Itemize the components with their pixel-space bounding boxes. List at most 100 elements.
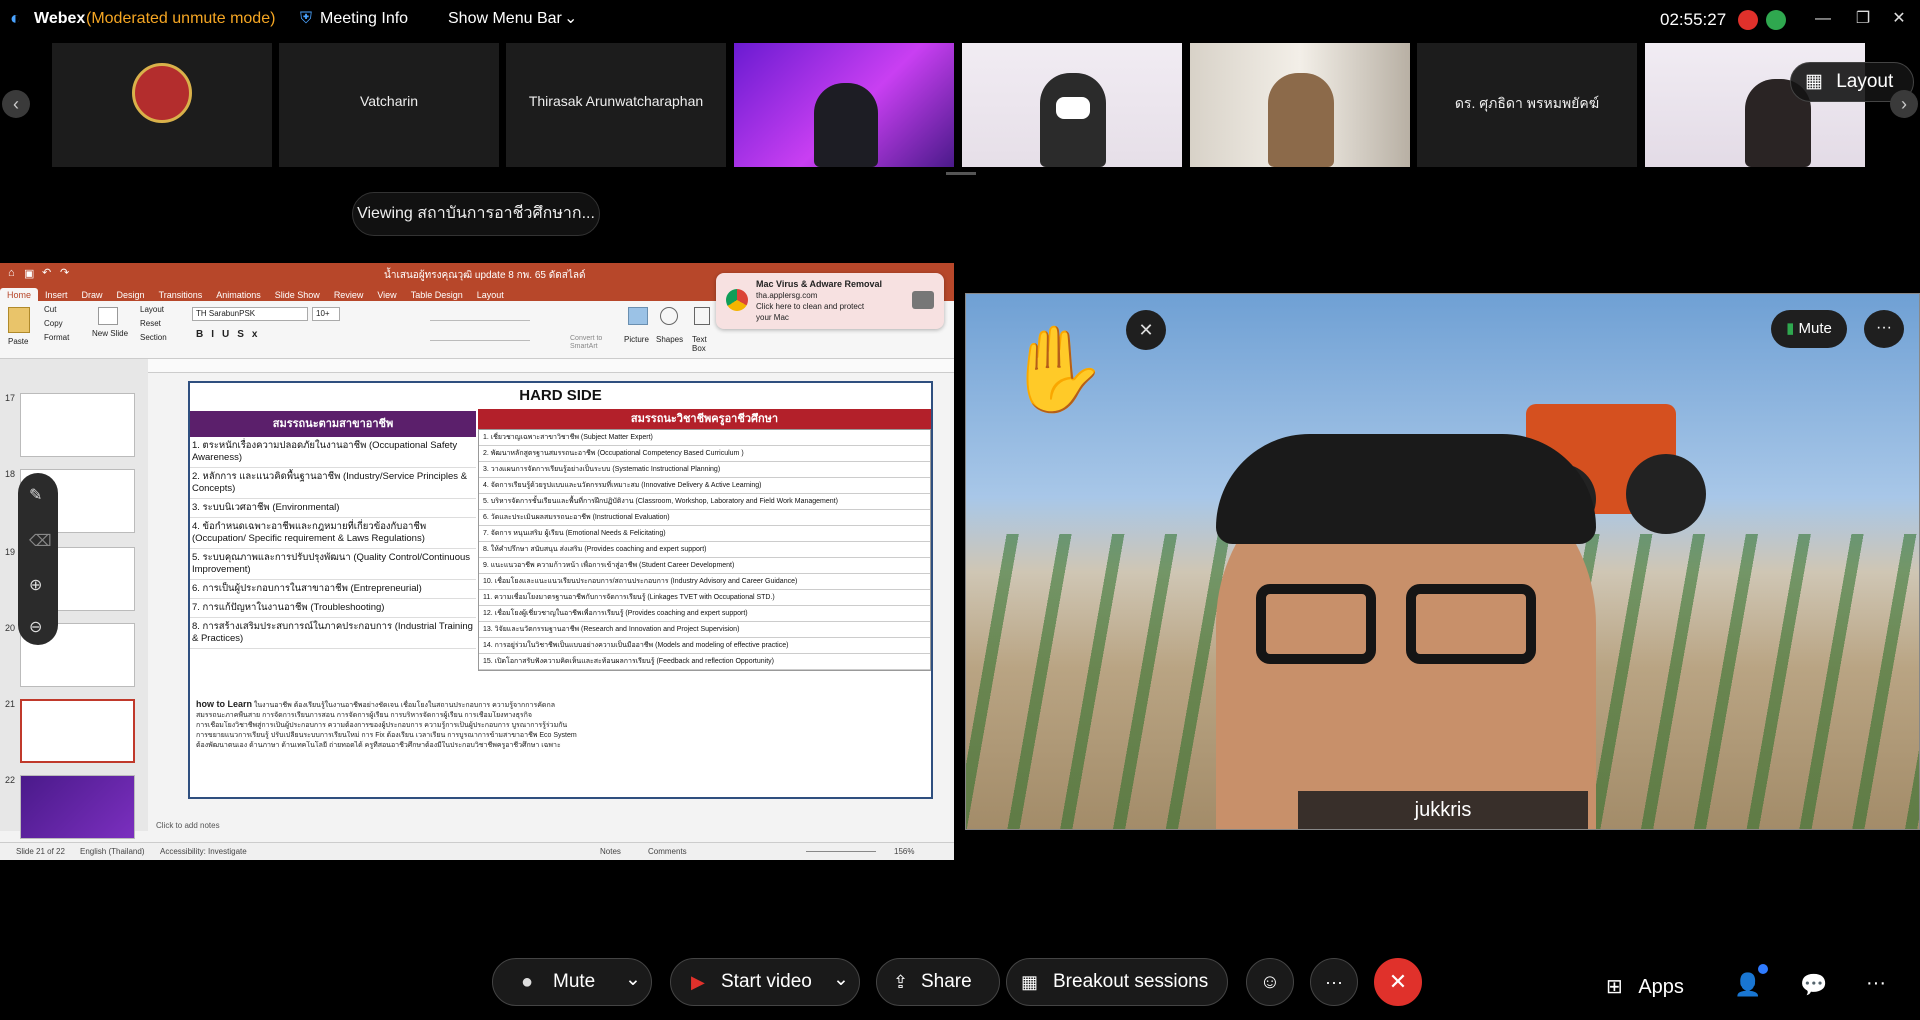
chevron-down-icon[interactable]: ⌄ bbox=[564, 8, 577, 28]
webex-logo-icon: ◐ bbox=[10, 8, 21, 28]
mac-icon bbox=[912, 291, 934, 309]
list-item: 6. วัดและประเมินผลสมรรถนะอาชีพ (Instruct… bbox=[479, 510, 930, 526]
active-speaker-video[interactable]: ✋ ✕ ▮ Mute ··· jukkris bbox=[965, 293, 1920, 830]
participant-tile[interactable] bbox=[734, 43, 954, 167]
reactions-icon[interactable]: ☺ bbox=[1246, 958, 1294, 1006]
ppt-tab: Insert bbox=[45, 290, 68, 300]
save-icon: ▣ bbox=[24, 268, 35, 280]
list-item: 11. ความเชื่อมโยงมาตรฐานอาชีพกับการจัดกา… bbox=[479, 590, 930, 606]
picture-icon bbox=[628, 307, 648, 325]
raised-hand-icon: ✋ bbox=[1004, 322, 1109, 416]
participant-tile[interactable] bbox=[962, 43, 1182, 167]
list-item: 3. ระบบนิเวศอาชีพ (Environmental) bbox=[190, 499, 476, 518]
home-quick-icon: ⌂ bbox=[8, 267, 15, 279]
slide-number: 18 bbox=[5, 469, 16, 479]
participant-name: Thirasak Arunwatcharaphan bbox=[528, 93, 704, 109]
slide-counter: Slide 21 of 22 bbox=[16, 847, 65, 856]
how-line: ในงานอาชีพ ต้องเรียนรู้ในงานอาชีพอย่างชั… bbox=[253, 702, 555, 709]
list-item: 15. เปิดโอกาสรับฟังความคิดเห็นและสะท้อนผ… bbox=[479, 654, 930, 670]
more-options-icon[interactable]: ··· bbox=[1864, 310, 1904, 348]
list-item: 3. วางแผนการจัดการเรียนรู้อย่างเป็นระบบ … bbox=[479, 462, 930, 478]
minimize-window-icon[interactable]: — bbox=[1808, 6, 1838, 32]
reset-label: Reset bbox=[140, 319, 161, 328]
meeting-info-button[interactable]: Meeting Info bbox=[320, 10, 408, 28]
meeting-clock: 02:55:27 bbox=[1660, 10, 1727, 29]
chat-icon[interactable]: 💬 bbox=[1800, 972, 1827, 998]
eraser-icon[interactable]: ⌫ bbox=[29, 531, 52, 551]
glasses-left bbox=[1256, 584, 1376, 664]
viewing-share-label[interactable]: Viewing สถาบันการอาชีวศึกษาก... bbox=[352, 192, 600, 236]
notes-toggle: Notes bbox=[600, 847, 621, 856]
list-item: 5. ระบบคุณภาพและการปรับปรุงพัฒนา (Qualit… bbox=[190, 549, 476, 580]
ppt-tab: Layout bbox=[476, 290, 504, 300]
list-item: 4. จัดการเรียนรู้ด้วยรูปแบบและนวัตกรรมที… bbox=[479, 478, 930, 494]
chevron-down-icon[interactable]: ⌄ bbox=[833, 957, 849, 1003]
show-menu-bar-button[interactable]: Show Menu Bar bbox=[448, 10, 562, 28]
resize-handle[interactable] bbox=[946, 172, 976, 175]
speaker-hair bbox=[1216, 434, 1596, 544]
zoom-in-icon[interactable]: ⊕ bbox=[29, 575, 42, 595]
chevron-down-icon[interactable]: ⌄ bbox=[625, 957, 641, 1003]
slide-number: 19 bbox=[5, 547, 16, 557]
start-video-button[interactable]: ▶ Start video ⌄ bbox=[670, 958, 860, 1006]
new-slide-icon bbox=[98, 307, 118, 325]
list-item: 14. การอยู่ร่วมในวิชาชีพเป็นแบบอย่างความ… bbox=[479, 638, 930, 654]
format-painter-label: Format bbox=[44, 333, 70, 342]
organization-seal-icon bbox=[132, 63, 192, 123]
how-line: การขยายแนวการเรียนรู้ ปรับเปลี่ยนระบบการ… bbox=[196, 732, 577, 739]
restore-window-icon[interactable]: ❐ bbox=[1848, 6, 1878, 32]
ppt-tab: Slide Show bbox=[274, 290, 320, 300]
how-line: ต้องพัฒนาตนเอง ด้านภาษา ด้านเทคโนโลยี ถ่… bbox=[196, 742, 561, 749]
microphone-icon: ● bbox=[521, 971, 534, 993]
layout-button-label: Layout bbox=[1836, 71, 1894, 92]
unpin-icon[interactable]: ✕ bbox=[1126, 310, 1166, 350]
list-item: 5. บริหารจัดการชั้นเรียนและพื้นที่การฝึก… bbox=[479, 494, 930, 510]
chevron-right-icon[interactable]: › bbox=[1890, 90, 1918, 118]
slide-thumbnail-selected bbox=[20, 699, 135, 763]
participant-tile[interactable] bbox=[52, 43, 272, 167]
how-line: สมรรถนะภาคพื้นสาย การจัดการเรียนการสอน ก… bbox=[196, 712, 532, 719]
network-health-icon[interactable] bbox=[1766, 10, 1786, 30]
ppt-tab: Animations bbox=[216, 290, 261, 300]
cut-label: Cut bbox=[44, 305, 57, 314]
right-competency-list: 1. เชี่ยวชาญเฉพาะสาขาวิชาชีพ (Subject Ma… bbox=[478, 429, 931, 671]
apps-label: Apps bbox=[1638, 976, 1684, 998]
apps-button[interactable]: ⊞ Apps bbox=[1606, 974, 1684, 999]
participant-tile[interactable] bbox=[1190, 43, 1410, 167]
list-item: 6. การเป็นผู้ประกอบการในสาขาอาชีพ (Entre… bbox=[190, 580, 476, 599]
slide-number: 20 bbox=[5, 623, 16, 633]
participant-mute-label: Mute bbox=[1798, 320, 1832, 337]
share-icon: ⇪ bbox=[893, 972, 909, 992]
ppt-ruler bbox=[148, 359, 954, 373]
participants-icon[interactable]: 👤 bbox=[1734, 972, 1761, 998]
list-item: 7. จัดการ หนุนเสริม ผู้เรียน (Emotional … bbox=[479, 526, 930, 542]
pen-icon[interactable]: ✎ bbox=[29, 485, 42, 505]
zoom-out-icon[interactable]: ⊖ bbox=[29, 617, 42, 637]
chevron-left-icon[interactable]: ‹ bbox=[2, 90, 30, 118]
end-call-icon[interactable]: ✕ bbox=[1374, 958, 1422, 1006]
ppt-tab: Review bbox=[333, 290, 364, 300]
font-name-box: TH SarabunPSK bbox=[192, 307, 308, 321]
breakout-sessions-button[interactable]: ▦ Breakout sessions bbox=[1006, 958, 1228, 1006]
list-item: 8. การสร้างเสริมประสบการณ์ในภาคประกอบการ… bbox=[190, 618, 476, 649]
title-bar: ◐ Webex (Moderated unmute mode) ⛨ Meetin… bbox=[0, 0, 1920, 42]
slide-number: 22 bbox=[5, 775, 16, 785]
ad-title: Mac Virus & Adware Removal bbox=[756, 279, 883, 289]
slide-thumbnail bbox=[20, 393, 135, 457]
participant-mute-button[interactable]: ▮ Mute bbox=[1771, 310, 1847, 348]
how-line: การเชื่อมโยงวิชาชีพสู่การเป็นผู้ประกอบกา… bbox=[196, 722, 568, 729]
more-panels-icon[interactable]: ··· bbox=[1866, 972, 1886, 995]
more-controls-icon[interactable]: ··· bbox=[1310, 958, 1358, 1006]
recording-icon[interactable] bbox=[1738, 10, 1758, 30]
participant-tile[interactable]: ดร. ศุภธิดา พรหมพยัคฆ์ bbox=[1417, 43, 1637, 167]
convert-smartart-label: Convert to SmartArt bbox=[570, 335, 603, 350]
font-size-box: 10+ bbox=[312, 307, 340, 321]
speaker-name-label: jukkris bbox=[1298, 791, 1588, 829]
participant-tile[interactable]: Thirasak Arunwatcharaphan bbox=[506, 43, 726, 167]
ppt-tab: Draw bbox=[81, 290, 103, 300]
moderated-mode-label: (Moderated unmute mode) bbox=[86, 10, 276, 27]
participant-tile[interactable]: Vatcharin bbox=[279, 43, 499, 167]
share-button[interactable]: ⇪ Share bbox=[876, 958, 1000, 1006]
close-window-icon[interactable]: ✕ bbox=[1884, 6, 1914, 32]
mute-button[interactable]: ● Mute ⌄ bbox=[492, 958, 652, 1006]
